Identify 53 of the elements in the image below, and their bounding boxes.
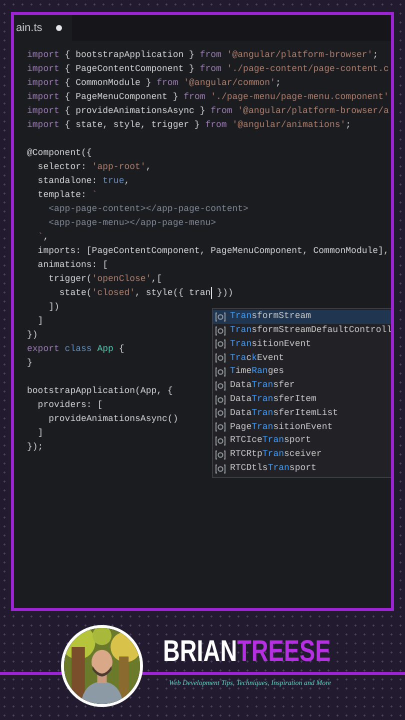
code-line: providers: [ (36, 399, 103, 412)
code-line: bootstrapApplication(App, { (27, 385, 173, 398)
code-line: import { PageMenuComponent } from './page-menu/page-menu.component' (27, 91, 389, 104)
code-line: trigger('openClose',[ (48, 273, 162, 286)
suggestion-item[interactable]: DataTransferItem (213, 392, 391, 407)
code-line: imports: [PageContentComponent, PageMenuComponent, CommonModule], (36, 245, 389, 258)
symbol-icon (215, 436, 226, 446)
suggestion-item[interactable]: DataTransfer (213, 378, 391, 393)
code-line: }) (27, 329, 38, 342)
code-line: ] (36, 427, 44, 440)
suggestion-item[interactable]: PageTransitionEvent (213, 420, 391, 434)
symbol-icon (215, 380, 226, 391)
code-line: standalone: true, (36, 175, 130, 188)
code-line: `, (36, 231, 49, 244)
code-line: import { PageContentComponent } from './page-content/page-content.c (27, 63, 389, 76)
editor-tab[interactable]: ain.ts (14, 15, 72, 41)
symbol-icon (215, 312, 226, 322)
symbol-icon (215, 450, 226, 460)
suggestion-item[interactable]: DataTransferItemList (213, 406, 391, 420)
code-line: state('closed', style({ tran })) (58, 286, 234, 300)
text-cursor (210, 286, 212, 299)
symbol-icon (215, 367, 226, 378)
code-line: import { CommonModule } from '@angular/common'; (27, 77, 281, 90)
code-line: <app-page-content></app-page-content> (48, 203, 248, 216)
code-line: @Component({ (27, 147, 92, 160)
code-line: export class App { (27, 343, 124, 356)
suggestion-item[interactable]: TransitionEvent (213, 338, 391, 352)
symbol-icon (215, 353, 226, 364)
code-line: template: ` (36, 189, 98, 202)
suggestion-item[interactable]: RTCRtpTransceiver (213, 448, 391, 462)
code-line: import { bootstrapApplication } from '@angular/platform-browser'; (27, 49, 378, 62)
symbol-icon (215, 464, 226, 474)
code-line: <app-page-menu></app-page-menu> (48, 217, 216, 230)
symbol-icon (215, 326, 226, 336)
code-line: import { state, style, trigger } from '@angular/animations'; (27, 119, 352, 132)
code-line: ]) (48, 301, 60, 314)
suggestion-item[interactable]: TransformStream (213, 310, 391, 324)
brand-name: BRIANTREESE (163, 636, 331, 668)
symbol-icon (215, 422, 226, 432)
suggestion-item[interactable]: TrackEvent (213, 351, 391, 366)
suggestion-item[interactable]: RTCDtlsTransport (213, 462, 391, 476)
code-line: selector: 'app-root', (36, 161, 152, 174)
symbol-icon (215, 408, 226, 418)
suggestion-item[interactable]: TimeRanges (213, 365, 391, 379)
code-line: } (27, 357, 32, 370)
symbol-icon (215, 394, 226, 405)
suggestion-item[interactable]: RTCIceTransport (213, 434, 391, 448)
code-line: provideAnimationsAsync() (48, 413, 178, 426)
code-line: }); (27, 441, 44, 454)
symbol-icon (215, 339, 226, 350)
code-line: animations: [ (36, 259, 108, 272)
code-line: ] (36, 315, 44, 328)
code-line: import { provideAnimationsAsync } from '@angular/platform-browser/a (27, 105, 389, 118)
